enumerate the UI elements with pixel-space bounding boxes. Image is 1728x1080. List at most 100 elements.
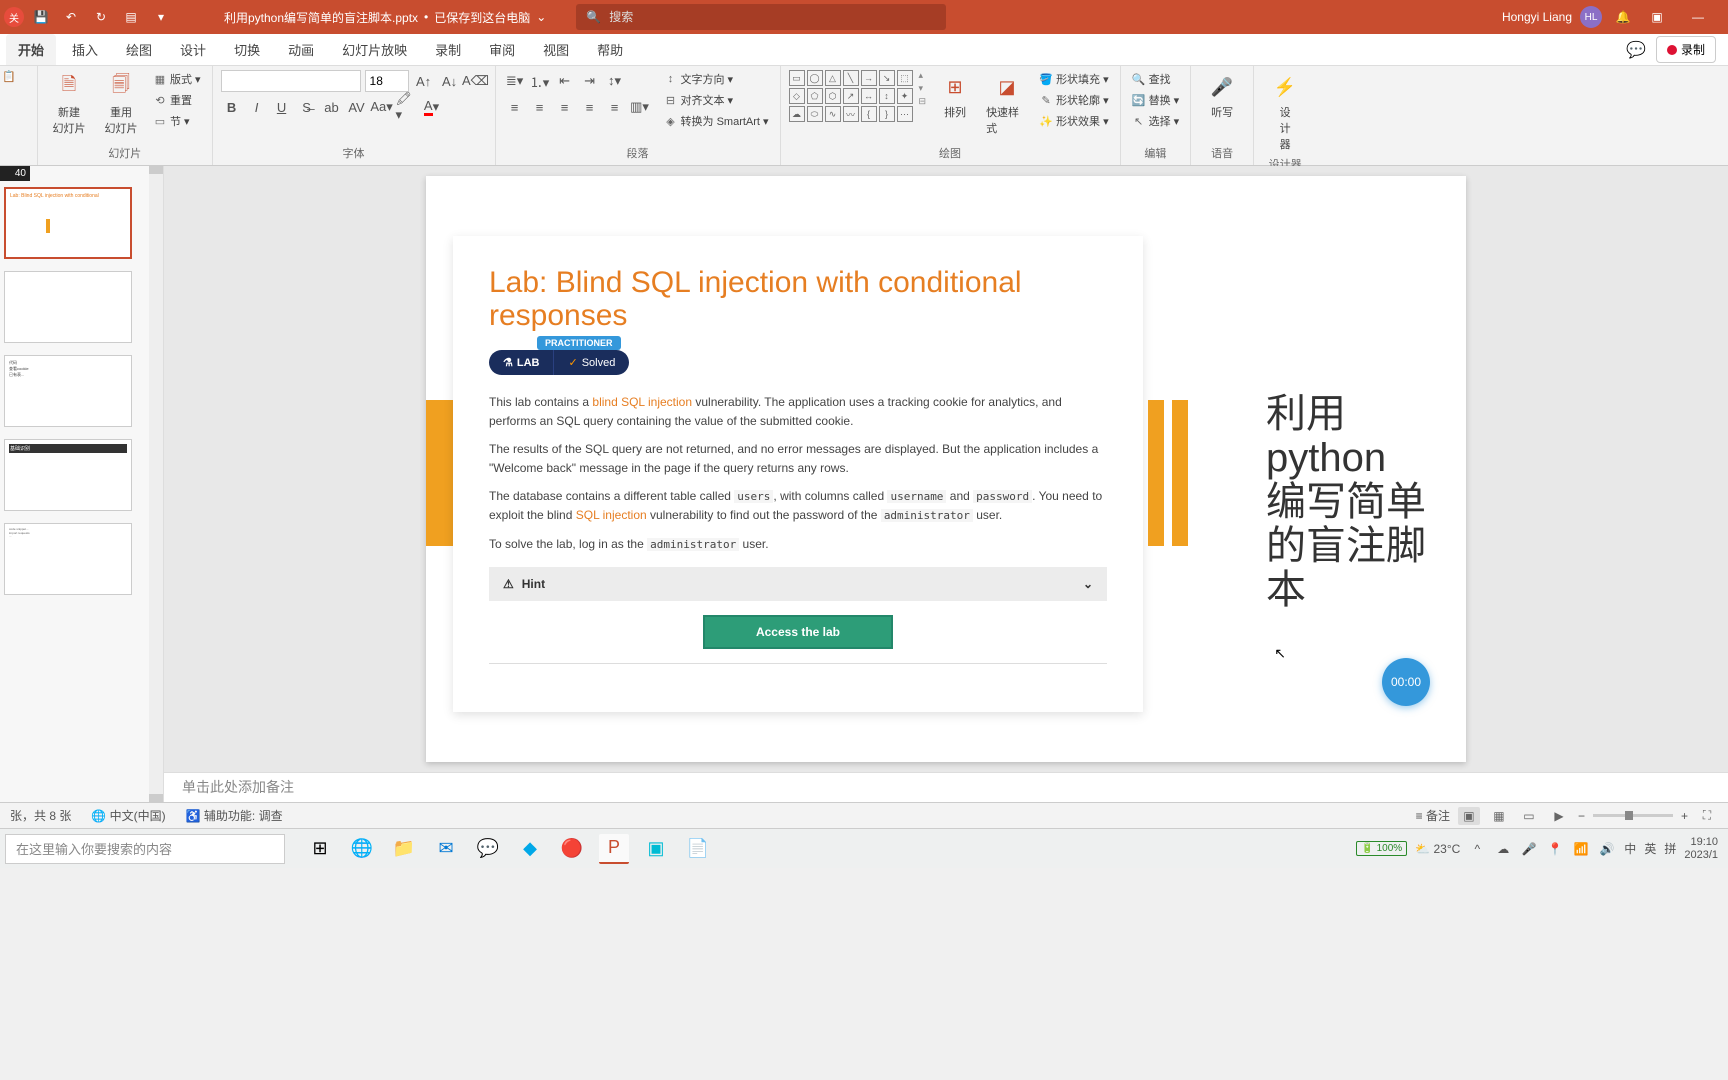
explorer-icon[interactable]: 📁	[389, 834, 419, 864]
ime-status-1[interactable]: 中	[1624, 840, 1636, 857]
fit-window-icon[interactable]: ⛶	[1696, 807, 1718, 825]
app-icon-1[interactable]: ◆	[515, 834, 545, 864]
location-icon[interactable]: 📍	[1546, 840, 1564, 858]
reset-button[interactable]: ⟲重置	[150, 91, 204, 109]
chrome-icon[interactable]: 🔴	[557, 834, 587, 864]
clear-format-icon[interactable]: A⌫	[465, 70, 487, 92]
close-app-icon[interactable]: 关	[4, 7, 24, 27]
taskbar-search[interactable]: 在这里输入你要搜索的内容	[5, 834, 285, 864]
thumbnail-scrollbar[interactable]	[149, 166, 163, 802]
wifi-icon[interactable]: 📶	[1572, 840, 1590, 858]
ime-status-3[interactable]: 拼	[1664, 840, 1676, 857]
access-lab-button[interactable]: Access the lab	[703, 615, 893, 649]
avatar[interactable]: HL	[1580, 6, 1602, 28]
outdent-icon[interactable]: ⇤	[554, 70, 576, 92]
tray-expand-icon[interactable]: ^	[1468, 840, 1486, 858]
grow-font-icon[interactable]: A↑	[413, 70, 435, 92]
shapes-more-icon[interactable]: ⊟	[919, 96, 927, 107]
window-layout-icon[interactable]: ▣	[1644, 4, 1670, 30]
reuse-slide-button[interactable]: 🗐重用 幻灯片	[98, 70, 144, 138]
powerpoint-icon[interactable]: P	[599, 834, 629, 864]
wechat-icon[interactable]: 💬	[473, 834, 503, 864]
font-size-select[interactable]	[365, 70, 409, 92]
char-spacing-icon[interactable]: AV	[346, 96, 368, 118]
clock-date[interactable]: 2023/1	[1684, 849, 1718, 861]
shadow-icon[interactable]: ab	[321, 96, 343, 118]
dictate-button[interactable]: 🎤听写	[1199, 70, 1245, 122]
slide-canvas[interactable]: Lab: Blind SQL injection with conditiona…	[426, 176, 1466, 762]
chevron-down-icon[interactable]: ⌄	[536, 10, 546, 24]
notification-icon[interactable]: 🔔	[1610, 4, 1636, 30]
present-icon[interactable]: ▤	[118, 4, 144, 30]
tab-home[interactable]: 开始	[6, 34, 56, 65]
tab-design[interactable]: 设计	[168, 34, 218, 65]
shape-fill-button[interactable]: 🪣形状填充 ▾	[1036, 70, 1112, 88]
minimize-icon[interactable]: —	[1678, 0, 1718, 34]
tab-slideshow[interactable]: 幻灯片放映	[330, 34, 419, 65]
shrink-font-icon[interactable]: A↓	[439, 70, 461, 92]
save-icon[interactable]: 💾	[28, 4, 54, 30]
smart-art-button[interactable]: ◈转换为 SmartArt ▾	[661, 112, 772, 130]
slide-thumb-4[interactable]: 基础识别	[4, 439, 132, 511]
tab-transitions[interactable]: 切换	[222, 34, 272, 65]
record-button[interactable]: 录制	[1656, 36, 1716, 63]
shapes-down-icon[interactable]: ▾	[919, 83, 927, 94]
scroll-up-icon[interactable]	[149, 166, 163, 174]
align-left-icon[interactable]: ≡	[504, 96, 526, 118]
slide-thumb-3[interactable]: 代码查看cookie已有表...	[4, 355, 132, 427]
app-icon-2[interactable]: ▣	[641, 834, 671, 864]
slide-thumb-1[interactable]: Lab: Blind SQL injection with conditiona…	[4, 187, 132, 259]
edge-icon[interactable]: 🌐	[347, 834, 377, 864]
underline-icon[interactable]: U	[271, 96, 293, 118]
shapes-gallery[interactable]: ▭◯△╲→↘⬚ ◇⬠⬡↗↔↕✦ ☁⬭∿〰{}⋯	[789, 70, 913, 122]
tab-animations[interactable]: 动画	[276, 34, 326, 65]
sorter-view-icon[interactable]: ▦	[1488, 807, 1510, 825]
slide-thumb-2[interactable]	[4, 271, 132, 343]
shape-effects-button[interactable]: ✨形状效果 ▾	[1036, 112, 1112, 130]
onedrive-icon[interactable]: ☁	[1494, 840, 1512, 858]
notes-pane[interactable]: 单击此处添加备注	[164, 772, 1728, 802]
line-spacing-icon[interactable]: ↕▾	[604, 70, 626, 92]
find-button[interactable]: 🔍查找	[1129, 70, 1183, 88]
slides-thumbnail-panel[interactable]: 40 Lab: Blind SQL injection with conditi…	[0, 166, 164, 802]
comments-icon[interactable]: 💬	[1626, 40, 1646, 60]
clock-time[interactable]: 19:10	[1684, 836, 1718, 848]
highlight-icon[interactable]: 🖍▾	[396, 96, 418, 118]
volume-icon[interactable]: 🔊	[1598, 840, 1616, 858]
layout-button[interactable]: ▦版式 ▾	[150, 70, 204, 88]
replace-button[interactable]: 🔄替换 ▾	[1129, 91, 1183, 109]
battery-icon[interactable]: 🔋 100%	[1356, 841, 1407, 856]
text-direction-button[interactable]: ↕文字方向 ▾	[661, 70, 772, 88]
slideshow-view-icon[interactable]: ▶	[1548, 807, 1570, 825]
paste-button[interactable]: 📋	[2, 70, 35, 83]
tab-help[interactable]: 帮助	[585, 34, 635, 65]
designer-button[interactable]: ⚡设 计 器	[1262, 70, 1308, 154]
search-input[interactable]	[609, 10, 936, 24]
indent-icon[interactable]: ⇥	[579, 70, 601, 92]
align-center-icon[interactable]: ≡	[529, 96, 551, 118]
font-color-icon[interactable]: A▾	[421, 96, 443, 118]
reading-view-icon[interactable]: ▭	[1518, 807, 1540, 825]
notes-toggle[interactable]: ≡ 备注	[1416, 807, 1450, 824]
undo-icon[interactable]: ↶	[58, 4, 84, 30]
search-box[interactable]: 🔍	[576, 4, 946, 30]
tab-insert[interactable]: 插入	[60, 34, 110, 65]
scroll-down-icon[interactable]	[149, 794, 163, 802]
language-status[interactable]: 🌐 中文(中国)	[91, 807, 165, 824]
strike-icon[interactable]: S̶	[296, 96, 318, 118]
redo-icon[interactable]: ↻	[88, 4, 114, 30]
justify-icon[interactable]: ≡	[579, 96, 601, 118]
italic-icon[interactable]: I	[246, 96, 268, 118]
align-right-icon[interactable]: ≡	[554, 96, 576, 118]
shape-outline-button[interactable]: ✎形状轮廓 ▾	[1036, 91, 1112, 109]
zoom-in-icon[interactable]: +	[1681, 809, 1688, 823]
font-family-select[interactable]	[221, 70, 361, 92]
task-view-icon[interactable]: ⊞	[305, 834, 335, 864]
distribute-icon[interactable]: ≡	[604, 96, 626, 118]
tab-record[interactable]: 录制	[423, 34, 473, 65]
section-button[interactable]: ▭节 ▾	[150, 112, 204, 130]
ime-status-2[interactable]: 英	[1644, 840, 1656, 857]
case-icon[interactable]: Aa▾	[371, 96, 393, 118]
customize-qat-icon[interactable]: ▾	[148, 4, 174, 30]
tab-view[interactable]: 视图	[531, 34, 581, 65]
